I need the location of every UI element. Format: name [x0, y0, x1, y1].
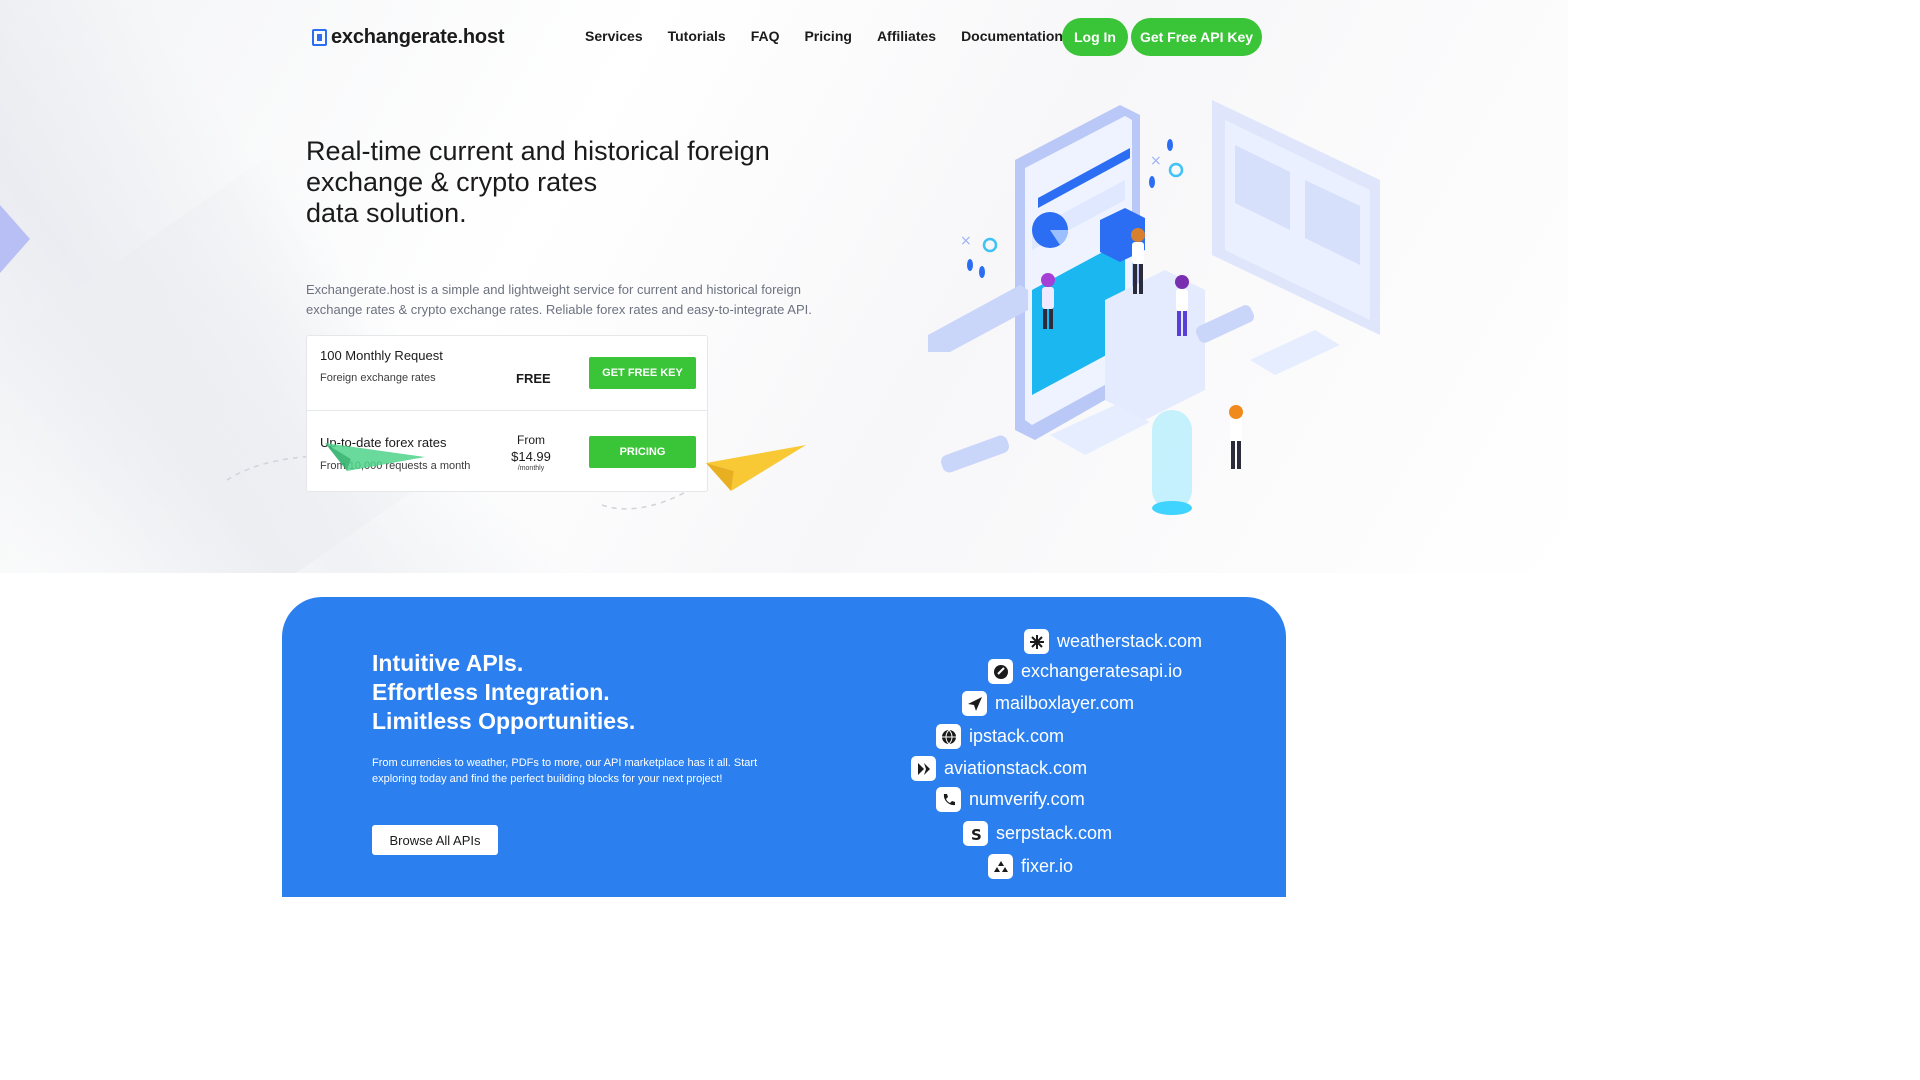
plan-row-free: 100 Monthly Request Foreign exchange rat… [307, 336, 707, 411]
browser-window-shape [1212, 100, 1380, 335]
nav-link-services[interactable]: Services [585, 28, 643, 44]
nav-link-pricing[interactable]: Pricing [804, 28, 851, 44]
api-link-ipstack[interactable]: ipstack.com [936, 724, 1064, 749]
price-period: /monthly [517, 465, 545, 472]
plan-title: 100 Monthly Request [320, 348, 443, 363]
api-name: serpstack.com [996, 823, 1113, 843]
puzzle-piece-shape [941, 435, 1009, 473]
headline-line: Real-time current and historical foreign [306, 136, 770, 166]
svg-text:S: S [971, 826, 982, 842]
title-line: Intuitive APIs. [372, 650, 524, 676]
plan-price: FREE [516, 371, 551, 386]
price-value: $14.99 [511, 449, 551, 464]
nav-link-faq[interactable]: FAQ [751, 28, 780, 44]
browse-all-apis-button[interactable]: Browse All APIs [372, 825, 498, 855]
fixer-icon [988, 854, 1013, 879]
aviation-icon [911, 756, 936, 781]
title-line: Effortless Integration. [372, 679, 610, 705]
headline-line: data solution. [306, 198, 467, 228]
globe-icon [936, 724, 961, 749]
marketplace-description: From currencies to weather, PDFs to more… [372, 757, 758, 785]
hero-headline: Real-time current and historical foreign… [306, 136, 826, 229]
logo-text: exchangerate.host [331, 26, 505, 48]
api-marketplace-section: Intuitive APIs. Effortless Integration. … [282, 597, 1286, 897]
api-name: mailboxlayer.com [995, 693, 1135, 713]
api-link-mailboxlayer[interactable]: mailboxlayer.com [962, 691, 1134, 716]
site-logo[interactable]: exchangerate.host [312, 26, 505, 49]
isometric-phone-illustration: × × [928, 100, 1380, 515]
api-link-numverify[interactable]: numverify.com [936, 787, 1085, 812]
api-link-weatherstack[interactable]: weatherstack.com [1024, 629, 1202, 654]
glow-tube-shape [1152, 410, 1192, 510]
headline-line: exchange & crypto rates [306, 167, 598, 197]
svg-text:×: × [960, 233, 972, 249]
nav-link-documentation[interactable]: Documentation [961, 28, 1063, 44]
marketplace-title: Intuitive APIs. Effortless Integration. … [372, 649, 635, 736]
documents-shape [1250, 330, 1340, 375]
person-figure [1229, 405, 1243, 469]
paper-plane-icon [962, 691, 987, 716]
api-name: aviationstack.com [944, 758, 1088, 778]
api-name: fixer.io [1021, 856, 1074, 876]
api-link-fixer[interactable]: fixer.io [988, 854, 1073, 879]
title-line: Limitless Opportunities. [372, 708, 636, 734]
snowflake-icon [1024, 629, 1049, 654]
plan-subtitle: Foreign exchange rates [320, 372, 436, 384]
logo-icon [312, 29, 327, 46]
pricing-button[interactable]: PRICING [589, 436, 696, 468]
nav-link-affiliates[interactable]: Affiliates [877, 28, 936, 44]
decorative-star-shape [0, 205, 30, 273]
serp-icon: S [963, 821, 988, 846]
api-name: numverify.com [969, 789, 1085, 809]
svg-text:×: × [1150, 153, 1162, 169]
api-name: ipstack.com [969, 726, 1065, 746]
price-prefix: From [517, 433, 545, 447]
api-name: exchangeratesapi.io [1021, 661, 1183, 681]
pedestal-shape [1105, 270, 1205, 420]
nav-links: Services Tutorials FAQ Pricing Affiliate… [585, 28, 1088, 44]
hero-description: Exchangerate.host is a simple and lightw… [306, 282, 812, 317]
paper-plane-green-decoration [325, 443, 425, 471]
get-free-key-button[interactable]: GET FREE KEY [589, 357, 696, 389]
api-name: weatherstack.com [1057, 631, 1203, 651]
speech-bubble-shape [928, 285, 1028, 352]
login-button[interactable]: Log In [1062, 18, 1128, 56]
phone-icon [936, 787, 961, 812]
api-link-exchangeratesapi[interactable]: exchangeratesapi.io [988, 659, 1182, 684]
plan-price: From $14.99 /monthly [507, 433, 555, 472]
nav-link-tutorials[interactable]: Tutorials [668, 28, 726, 44]
top-navigation: exchangerate.host Services Tutorials FAQ… [0, 0, 1568, 74]
exchange-icon [988, 659, 1013, 684]
paper-plane-yellow-decoration [706, 445, 806, 491]
api-link-serpstack[interactable]: S serpstack.com [963, 821, 1112, 846]
get-free-api-key-button[interactable]: Get Free API Key [1131, 18, 1262, 56]
api-link-aviationstack[interactable]: aviationstack.com [911, 756, 1087, 781]
